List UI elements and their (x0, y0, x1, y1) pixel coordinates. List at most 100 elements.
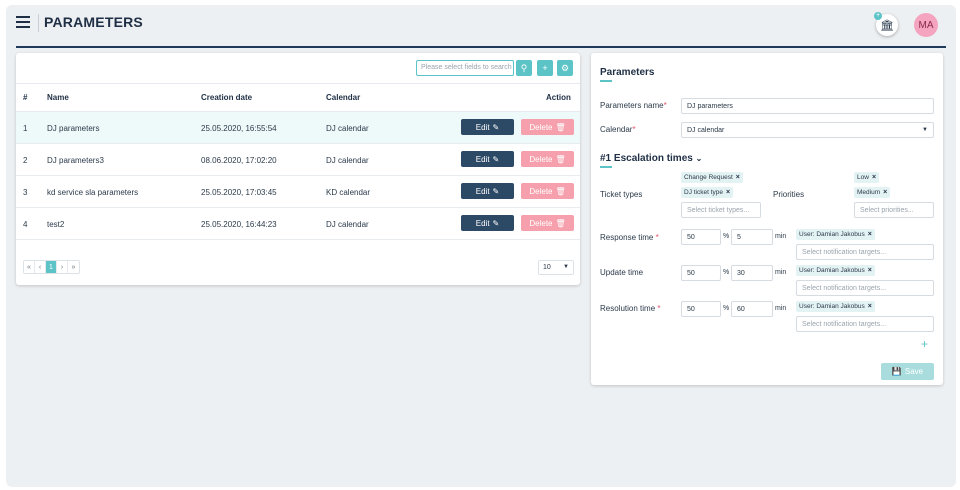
notification-target-chip[interactable]: User: Damian Jakobus × (796, 301, 875, 312)
resolution-minutes-input[interactable]: 60 (731, 301, 773, 317)
edit-button[interactable]: Edit ✎ (461, 151, 514, 167)
remove-icon: × (867, 267, 872, 274)
ticket-type-chip[interactable]: Change Request × (681, 172, 743, 183)
row-date: 08.06.2020, 17:02:20 (201, 156, 277, 165)
notification-target-chip[interactable]: User: Damian Jakobus × (796, 229, 875, 240)
remove-icon: × (735, 174, 740, 181)
delete-label: Delete (529, 122, 553, 132)
prev-page-button[interactable]: ‹ (35, 261, 46, 273)
row-name: test2 (47, 220, 65, 229)
column-header-number: # (23, 93, 28, 102)
remove-icon: × (726, 189, 731, 196)
calendar-select[interactable]: DJ calendar ▼ (681, 122, 934, 138)
avatar[interactable]: MA (914, 13, 938, 37)
escalation-title[interactable]: #1 Escalation times ⌄ (600, 153, 702, 164)
settings-gear-icon[interactable]: ⚙ (557, 60, 573, 76)
save-button[interactable]: 💾 Save (881, 363, 934, 380)
delete-label: Delete (529, 186, 553, 196)
table-row[interactable]: 1 DJ parameters 25.05.2020, 16:55:54 DJ … (16, 112, 580, 144)
edit-icon: ✎ (492, 122, 500, 132)
resolution-percent-input[interactable]: 50 (681, 301, 721, 317)
remove-icon: × (867, 303, 872, 310)
remove-icon: × (867, 231, 872, 238)
escalation-underline (600, 166, 612, 168)
chevron-down-icon: ⌄ (695, 154, 703, 163)
update-time-label: Update time (600, 268, 644, 277)
trash-icon: 🗑 (555, 186, 566, 196)
row-calendar: DJ calendar (326, 156, 369, 165)
parameters-form-card: Parameters Parameters name* DJ parameter… (591, 53, 943, 385)
resolution-targets-input[interactable]: Select notification targets... (796, 316, 934, 332)
header: PARAMETERS 🏛 + MA (6, 5, 956, 48)
name-label: Parameters name* (600, 101, 667, 110)
last-page-button[interactable]: » (68, 261, 79, 273)
page-1-button[interactable]: 1 (46, 261, 57, 273)
response-percent-input[interactable]: 50 (681, 229, 721, 245)
header-underline (16, 46, 946, 48)
priorities-input[interactable]: Select priorities... (854, 202, 934, 218)
calendar-label: Calendar* (600, 125, 636, 134)
row-number: 2 (23, 156, 28, 165)
update-minutes-input[interactable]: 30 (731, 265, 773, 281)
remove-icon: × (871, 174, 877, 181)
row-date: 25.05.2020, 17:03:45 (201, 188, 277, 197)
response-time-label: Response time * (600, 233, 659, 242)
update-targets-input[interactable]: Select notification targets... (796, 280, 934, 296)
priority-chip[interactable]: Low × (854, 172, 880, 183)
table-row[interactable]: 4 test2 25.05.2020, 16:44:23 DJ calendar… (16, 208, 580, 240)
row-date: 25.05.2020, 16:44:23 (201, 220, 277, 229)
edit-label: Edit (475, 218, 490, 228)
edit-label: Edit (475, 186, 490, 196)
page-size-value: 10 (543, 264, 551, 271)
edit-button[interactable]: Edit ✎ (461, 215, 514, 231)
add-button[interactable]: + (537, 60, 553, 76)
add-escalation-icon[interactable]: + (921, 337, 928, 351)
priority-chip[interactable]: Medium × (854, 187, 891, 198)
table-divider (16, 83, 580, 84)
ticket-types-input[interactable]: Select ticket types... (681, 202, 761, 218)
row-number: 3 (23, 188, 28, 197)
add-badge-icon: + (874, 12, 882, 20)
first-page-button[interactable]: « (24, 261, 35, 273)
edit-button[interactable]: Edit ✎ (461, 183, 514, 199)
priorities-label: Priorities (773, 190, 805, 199)
next-page-button[interactable]: › (57, 261, 68, 273)
remove-icon: × (883, 189, 888, 196)
pagination: « ‹ 1 › » (23, 260, 80, 274)
row-date: 25.05.2020, 16:55:54 (201, 124, 277, 133)
delete-button[interactable]: Delete 🗑 (521, 151, 574, 167)
min-label: min (775, 269, 787, 276)
table-row[interactable]: 3 kd service sla parameters 25.05.2020, … (16, 176, 580, 208)
edit-button[interactable]: Edit ✎ (461, 119, 514, 135)
trash-icon: 🗑 (555, 154, 566, 164)
row-number: 4 (23, 220, 28, 229)
column-header-creation-date[interactable]: Creation date (201, 93, 252, 102)
delete-button[interactable]: Delete 🗑 (521, 215, 574, 231)
column-header-name[interactable]: Name (47, 93, 69, 102)
delete-button[interactable]: Delete 🗑 (521, 119, 574, 135)
parameters-name-input[interactable]: DJ parameters (681, 98, 934, 114)
page-size-select[interactable]: 10 ▼ (538, 260, 574, 275)
search-input[interactable]: Please select fields to search (416, 60, 514, 76)
save-label: Save (904, 367, 924, 376)
chevron-down-icon: ▼ (563, 264, 569, 270)
percent-sign: % (723, 305, 730, 312)
resolution-time-label: Resolution time * (600, 304, 661, 313)
search-icon[interactable]: ⚲ (516, 60, 532, 76)
column-header-calendar[interactable]: Calendar (326, 93, 360, 102)
edit-icon: ✎ (492, 154, 500, 164)
response-targets-input[interactable]: Select notification targets... (796, 244, 934, 260)
response-minutes-input[interactable]: 5 (731, 229, 773, 245)
notification-target-chip[interactable]: User: Damian Jakobus × (796, 265, 875, 276)
percent-sign: % (723, 233, 730, 240)
hamburger-menu-icon[interactable] (16, 16, 30, 28)
delete-button[interactable]: Delete 🗑 (521, 183, 574, 199)
title-underline (600, 80, 612, 82)
ticket-type-chip[interactable]: DJ ticket type × (681, 187, 734, 198)
edit-label: Edit (475, 122, 490, 132)
delete-label: Delete (529, 154, 553, 164)
row-name: DJ parameters3 (47, 156, 104, 165)
update-percent-input[interactable]: 50 (681, 265, 721, 281)
table-row[interactable]: 2 DJ parameters3 08.06.2020, 17:02:20 DJ… (16, 144, 580, 176)
form-title: Parameters (600, 67, 655, 78)
